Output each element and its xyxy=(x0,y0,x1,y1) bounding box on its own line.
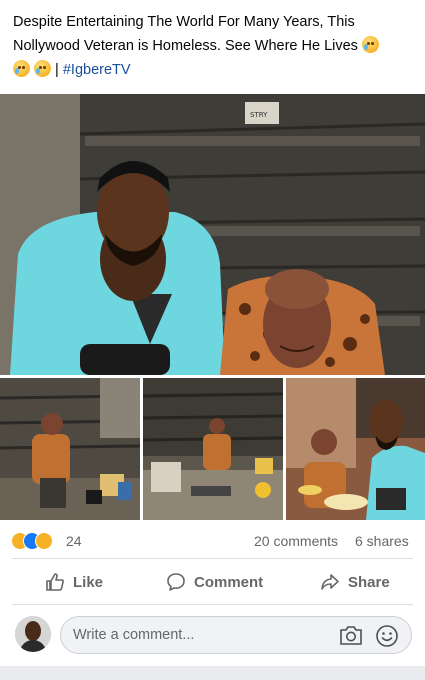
post-body: Despite Entertaining The World For Many … xyxy=(13,14,358,54)
camera-icon[interactable] xyxy=(339,624,363,646)
thumbnail-photo-2[interactable] xyxy=(143,378,283,520)
crying-emoji-icon xyxy=(361,36,379,53)
share-label: Share xyxy=(348,573,390,591)
door-sign: STRY xyxy=(250,111,268,119)
shares-count[interactable]: 6 shares xyxy=(355,533,409,549)
comment-label: Comment xyxy=(194,573,264,591)
comment-button[interactable]: Comment xyxy=(166,566,263,598)
comment-composer: Write a comment... xyxy=(0,612,425,664)
crying-emoji-icon xyxy=(34,60,52,77)
crying-emoji-icon xyxy=(13,60,30,77)
thumbnail-photo-1[interactable] xyxy=(0,378,140,520)
comment-input[interactable]: Write a comment... xyxy=(60,616,412,654)
care-reaction-icon xyxy=(35,532,53,550)
reaction-count[interactable]: 24 xyxy=(66,533,82,549)
separator: | xyxy=(51,62,63,78)
avatar[interactable] xyxy=(15,616,51,652)
thumbs-up-icon xyxy=(46,573,64,591)
comment-placeholder: Write a comment... xyxy=(73,627,195,643)
post-actions: Like Comment Share xyxy=(0,566,425,598)
bottom-bar xyxy=(0,666,425,680)
like-button[interactable]: Like xyxy=(45,566,103,598)
emoji-icon[interactable] xyxy=(375,624,399,648)
divider xyxy=(12,604,413,605)
share-button[interactable]: Share xyxy=(320,566,390,598)
reaction-icons[interactable] xyxy=(11,532,65,550)
hashtag-link[interactable]: #IgbereTV xyxy=(63,62,131,78)
like-label: Like xyxy=(73,573,104,591)
share-arrow-icon xyxy=(321,574,339,590)
speech-bubble-icon xyxy=(167,573,185,591)
divider xyxy=(12,558,413,559)
comments-count[interactable]: 20 comments xyxy=(254,533,338,549)
thumbnail-photo-3[interactable] xyxy=(286,378,425,520)
main-photo[interactable]: STRY xyxy=(0,94,425,375)
post-text: Despite Entertaining The World For Many … xyxy=(13,10,413,82)
post-stats: 24 20 comments 6 shares xyxy=(0,528,425,554)
